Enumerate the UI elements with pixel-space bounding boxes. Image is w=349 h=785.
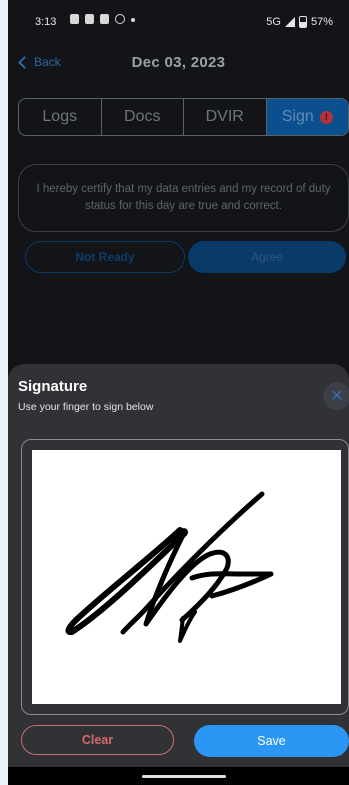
- app-screen: 3:13 5G 57% Back Dec 03, 2023 Logs Docs …: [8, 0, 349, 785]
- header: Back Dec 03, 2023: [8, 44, 349, 84]
- tab-dvir-label: DVIR: [205, 108, 244, 125]
- status-bar: 3:13 5G 57%: [8, 0, 349, 44]
- sheet-title: Signature: [18, 378, 88, 395]
- battery-percent: 57%: [310, 16, 333, 28]
- signature-sheet: Signature Use your finger to sign below …: [8, 364, 349, 767]
- battery-icon: [298, 16, 307, 28]
- tab-sign-label: Sign: [281, 108, 314, 125]
- not-ready-button[interactable]: Not Ready: [25, 241, 185, 273]
- page-title: Dec 03, 2023: [131, 54, 226, 71]
- alert-badge-icon: !: [319, 110, 333, 124]
- save-button[interactable]: Save: [194, 725, 349, 757]
- app-notification-icon: [100, 14, 109, 24]
- signature-pad[interactable]: [32, 450, 341, 704]
- tab-bar: Logs Docs DVIR Sign !: [18, 98, 349, 136]
- status-indicators: 5G 57%: [266, 16, 333, 28]
- notification-icons: [70, 14, 135, 24]
- tab-dvir[interactable]: DVIR: [184, 99, 267, 135]
- signature-stroke: [189, 571, 274, 599]
- agree-button[interactable]: Agree: [188, 241, 346, 273]
- status-time: 3:13: [35, 16, 57, 28]
- teams-icon: [70, 14, 79, 24]
- sheet-subtitle: Use your finger to sign below: [18, 401, 154, 413]
- system-nav-bar: [8, 767, 349, 785]
- signature-frame: [21, 439, 349, 715]
- close-icon: ✕: [330, 388, 344, 405]
- tab-logs-label: Logs: [42, 108, 78, 125]
- left-edge-strip: [0, 0, 8, 785]
- home-indicator[interactable]: [142, 775, 226, 778]
- more-notifications-icon: [131, 18, 135, 22]
- tab-sign[interactable]: Sign !: [266, 99, 348, 135]
- signature-drawing: [65, 491, 274, 643]
- network-label: 5G: [266, 16, 281, 28]
- signal-icon: [284, 17, 295, 27]
- tab-logs[interactable]: Logs: [19, 99, 102, 135]
- tab-docs-label: Docs: [124, 108, 161, 125]
- certification-statement: I hereby certify that my data entries an…: [18, 164, 349, 232]
- linkedin-icon: [85, 14, 94, 24]
- clear-button[interactable]: Clear: [21, 725, 174, 755]
- close-button[interactable]: ✕: [323, 382, 349, 410]
- tab-docs[interactable]: Docs: [102, 99, 184, 135]
- signature-stroke: [65, 527, 188, 636]
- sync-icon: [115, 14, 125, 24]
